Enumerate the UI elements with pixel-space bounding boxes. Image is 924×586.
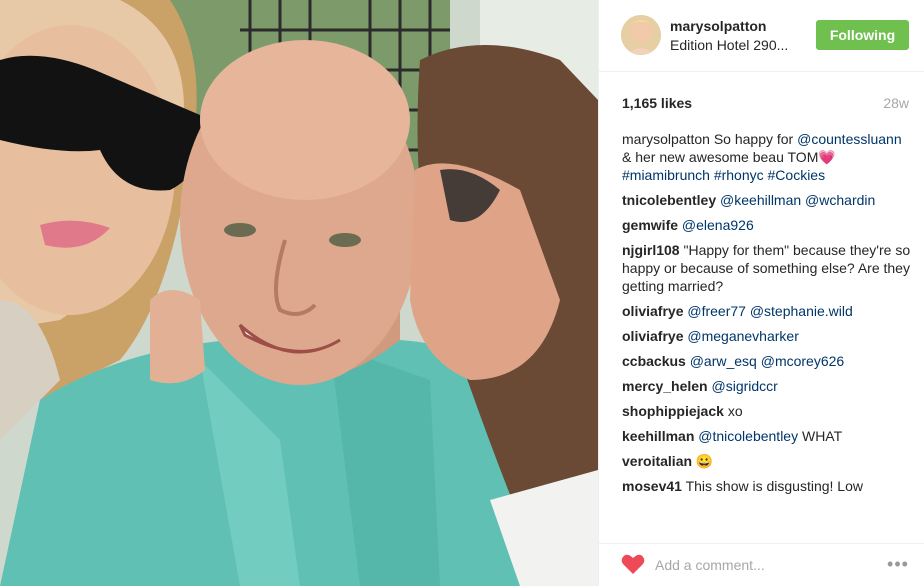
comment-username[interactable]: tnicolebentley: [622, 192, 716, 208]
caption-username[interactable]: marysolpatton: [622, 131, 710, 147]
comment-mentions[interactable]: @freer77 @stephanie.wild: [687, 303, 852, 319]
photo-illustration: [0, 0, 598, 586]
post-stats: 1,165 likes 28w: [599, 72, 924, 128]
comment-mentions[interactable]: @arw_esq @mcorey626: [690, 353, 845, 369]
comment-row: tnicolebentley @keehillman @wchardin: [622, 191, 912, 209]
comment-row: shophippiejack xo: [622, 402, 912, 420]
comment-row: oliviafrye @meganevharker: [622, 327, 912, 345]
comments-list[interactable]: marysolpatton So happy for @countessluan…: [622, 130, 912, 528]
comment-username[interactable]: shophippiejack: [622, 403, 724, 419]
comment-username[interactable]: oliviafrye: [622, 303, 683, 319]
comment-username[interactable]: mercy_helen: [622, 378, 708, 394]
caption-text: So happy for: [713, 131, 794, 147]
comment-row: veroitalian 😀: [622, 452, 912, 470]
comment-row: gemwife @elena926: [622, 216, 912, 234]
comment-username[interactable]: mosev41: [622, 478, 682, 494]
comment-text: WHAT: [801, 428, 843, 444]
caption-mention[interactable]: @countessluann: [797, 131, 902, 147]
post-photo[interactable]: [0, 0, 598, 586]
comment-username[interactable]: keehillman: [622, 428, 694, 444]
caption-hashtags[interactable]: #miamibrunch #rhonyc #Cockies: [622, 167, 825, 183]
comment-username[interactable]: oliviafrye: [622, 328, 683, 344]
likes-count[interactable]: 1,165 likes: [622, 95, 692, 111]
following-button[interactable]: Following: [816, 20, 909, 50]
heart-emoji: 💗: [818, 149, 836, 165]
comment-row: mosev41 This show is disgusting! Low: [622, 477, 912, 495]
post-location[interactable]: Edition Hotel 290...: [670, 37, 788, 53]
comment-row: ccbackus @arw_esq @mcorey626: [622, 352, 912, 370]
comment-footer: •••: [599, 543, 924, 586]
comment-mentions[interactable]: @sigridccr: [712, 378, 778, 394]
avatar-image: [621, 15, 661, 55]
comment-mentions[interactable]: @keehillman @wchardin: [720, 192, 875, 208]
comment-row: keehillman @tnicolebentley WHAT: [622, 427, 912, 445]
comment-text: This show is disgusting! Low: [685, 478, 863, 494]
comment-username[interactable]: njgirl108: [622, 242, 680, 258]
post-header: marysolpatton Edition Hotel 290... Follo…: [599, 0, 924, 72]
comment-row: mercy_helen @sigridccr: [622, 377, 912, 395]
post-username[interactable]: marysolpatton: [670, 18, 766, 34]
heart-icon[interactable]: [621, 553, 645, 575]
more-options-icon[interactable]: •••: [884, 552, 912, 576]
comment-mentions[interactable]: @elena926: [682, 217, 754, 233]
post-side-panel: marysolpatton Edition Hotel 290... Follo…: [598, 0, 924, 586]
comment-mentions[interactable]: @tnicolebentley: [698, 428, 798, 444]
comment-text: 😀: [695, 453, 714, 469]
avatar[interactable]: [621, 15, 661, 55]
add-comment-input[interactable]: [655, 554, 875, 576]
comment-mentions[interactable]: @meganevharker: [687, 328, 799, 344]
comment-row: oliviafrye @freer77 @stephanie.wild: [622, 302, 912, 320]
comment-row: njgirl108 "Happy for them" because they'…: [622, 241, 912, 295]
post-caption: marysolpatton So happy for @countessluan…: [622, 130, 912, 184]
caption-text-2: & her new awesome beau TOM: [622, 149, 819, 165]
comment-username[interactable]: gemwife: [622, 217, 678, 233]
comment-username[interactable]: ccbackus: [622, 353, 686, 369]
post-age[interactable]: 28w: [883, 95, 909, 111]
comment-text: xo: [727, 403, 743, 419]
comment-username[interactable]: veroitalian: [622, 453, 692, 469]
